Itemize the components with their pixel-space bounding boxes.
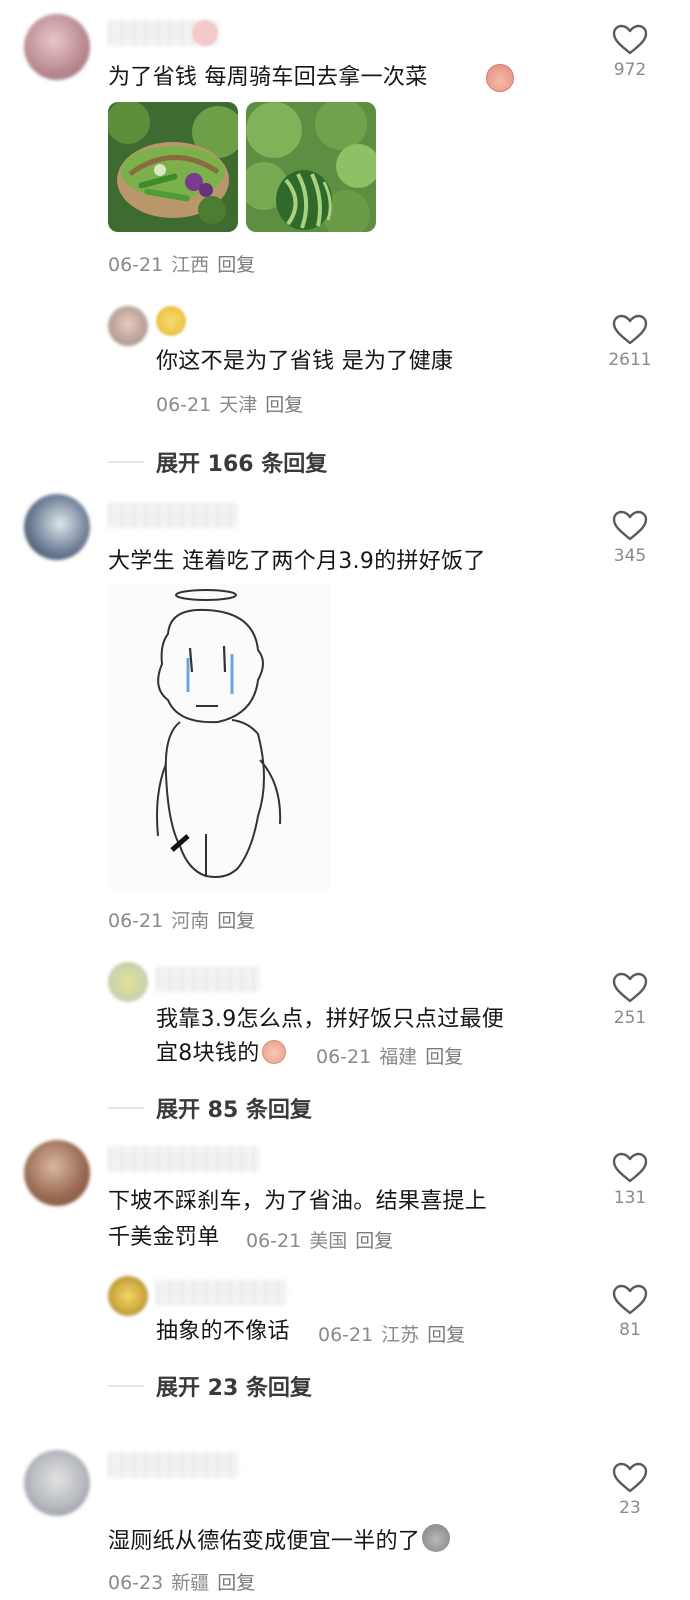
reply-meta: 06-21 江苏 回复 bbox=[318, 1320, 473, 1347]
gray-blob-emoji-icon bbox=[422, 1524, 451, 1552]
reply-meta: 06-21 福建 回复 bbox=[316, 1042, 471, 1069]
like-button[interactable]: 131 bbox=[595, 1152, 665, 1208]
reply-date: 06-21 bbox=[156, 394, 212, 416]
comment-text: 为了省钱 每周骑车回去拿一次菜 bbox=[108, 65, 428, 90]
like-button[interactable]: 972 bbox=[595, 24, 665, 80]
sweating-face-emoji-icon bbox=[486, 64, 514, 92]
comment-date: 06-21 bbox=[108, 254, 164, 276]
heart-outline-icon bbox=[612, 1284, 648, 1315]
comment-text: 湿厕纸从德佑变成便宜一半的了 bbox=[108, 1524, 451, 1558]
reply-button[interactable]: 回复 bbox=[217, 910, 255, 932]
user-badge-icon bbox=[192, 20, 218, 46]
reply-text-line: 宜8块钱的 bbox=[156, 1038, 286, 1070]
avatar[interactable] bbox=[24, 1140, 90, 1206]
reply-button[interactable]: 回复 bbox=[427, 1324, 465, 1346]
heart-outline-icon bbox=[612, 510, 648, 541]
comment-meta: 06-21 美国 回复 bbox=[246, 1226, 401, 1253]
heart-outline-icon bbox=[612, 1152, 648, 1183]
heart-outline-icon bbox=[612, 314, 648, 345]
like-button[interactable]: 251 bbox=[595, 972, 665, 1028]
comment-location: 江西 bbox=[171, 254, 210, 276]
avatar[interactable] bbox=[108, 1276, 148, 1316]
like-count: 131 bbox=[613, 1188, 647, 1208]
comment-text-line: 下坡不踩刹车，为了省油。结果喜提上 bbox=[108, 1189, 488, 1214]
heart-outline-icon bbox=[612, 972, 648, 1003]
comment-location: 美国 bbox=[309, 1230, 348, 1252]
comment-location: 新疆 bbox=[171, 1572, 210, 1594]
reply-text: 你这不是为了省钱 是为了健康 bbox=[156, 349, 454, 374]
like-count: 972 bbox=[613, 60, 647, 80]
expand-divider bbox=[108, 1385, 144, 1387]
like-count: 2611 bbox=[608, 350, 652, 370]
vegetables-basket-image bbox=[108, 102, 238, 232]
expand-divider bbox=[108, 1107, 144, 1109]
like-count: 345 bbox=[613, 546, 647, 566]
username[interactable] bbox=[108, 1146, 260, 1172]
like-button[interactable]: 81 bbox=[595, 1284, 665, 1340]
like-count: 23 bbox=[619, 1498, 641, 1518]
reply-meta: 06-21 天津 回复 bbox=[156, 390, 311, 417]
expand-replies-button[interactable]: 展开 85 条回复 bbox=[156, 1092, 312, 1124]
comment-date: 06-21 bbox=[108, 910, 164, 932]
reply-button[interactable]: 回复 bbox=[217, 254, 255, 276]
comment-image-vegetables[interactable] bbox=[108, 102, 238, 232]
like-count: 251 bbox=[613, 1008, 647, 1028]
heart-outline-icon bbox=[612, 24, 648, 55]
username[interactable] bbox=[108, 502, 238, 528]
like-button[interactable]: 23 bbox=[595, 1462, 665, 1518]
crying-figure-drawing bbox=[156, 589, 282, 878]
reply-text-line: 我靠3.9怎么点，拼好饭只点过最便 bbox=[156, 1007, 505, 1032]
avatar[interactable] bbox=[108, 962, 148, 1002]
comment-image-watermelon[interactable] bbox=[246, 102, 376, 232]
reply-button[interactable]: 回复 bbox=[217, 1572, 255, 1594]
avatar[interactable] bbox=[24, 14, 90, 80]
comment-image-crying-figure[interactable] bbox=[108, 584, 330, 890]
heart-outline-icon bbox=[612, 1462, 648, 1493]
user-badge-icon bbox=[156, 306, 186, 336]
watermelon-plant-image bbox=[246, 102, 376, 232]
comment-location: 河南 bbox=[171, 910, 210, 932]
reply-location: 福建 bbox=[379, 1046, 418, 1068]
comment-text-content: 湿厕纸从德佑变成便宜一半的了 bbox=[108, 1529, 421, 1554]
avatar[interactable] bbox=[24, 494, 90, 560]
reply-date: 06-21 bbox=[316, 1046, 372, 1068]
crying-face-emoji-icon bbox=[261, 1040, 286, 1064]
reply-button[interactable]: 回复 bbox=[355, 1230, 393, 1252]
comment-meta: 06-23 新疆 回复 bbox=[108, 1568, 263, 1595]
expand-replies-button[interactable]: 展开 166 条回复 bbox=[156, 446, 327, 478]
username[interactable] bbox=[108, 1452, 240, 1478]
reply-date: 06-21 bbox=[318, 1324, 374, 1346]
comment-date: 06-21 bbox=[246, 1230, 302, 1252]
like-button[interactable]: 345 bbox=[595, 510, 665, 566]
reply-button[interactable]: 回复 bbox=[425, 1046, 463, 1068]
comment-date: 06-23 bbox=[108, 1572, 164, 1594]
avatar[interactable] bbox=[108, 306, 148, 346]
expand-replies-button[interactable]: 展开 23 条回复 bbox=[156, 1370, 312, 1402]
reply-button[interactable]: 回复 bbox=[265, 394, 303, 416]
like-button[interactable]: 2611 bbox=[595, 314, 665, 370]
reply-location: 天津 bbox=[219, 394, 258, 416]
comment-meta: 06-21 河南 回复 bbox=[108, 906, 263, 933]
comment-text-line2: 千美金罚单 bbox=[108, 1225, 220, 1250]
like-count: 81 bbox=[619, 1320, 641, 1340]
reply-text-line2: 宜8块钱的 bbox=[156, 1041, 260, 1066]
comment-meta: 06-21 江西 回复 bbox=[108, 250, 263, 277]
comment-text: 大学生 连着吃了两个月3.9的拼好饭了 bbox=[108, 549, 486, 574]
reply-text: 抽象的不像话 bbox=[156, 1319, 290, 1344]
avatar[interactable] bbox=[24, 1450, 90, 1516]
reply-location: 江苏 bbox=[381, 1324, 420, 1346]
expand-divider bbox=[108, 461, 144, 463]
username[interactable] bbox=[156, 966, 260, 992]
username[interactable] bbox=[156, 1280, 288, 1306]
